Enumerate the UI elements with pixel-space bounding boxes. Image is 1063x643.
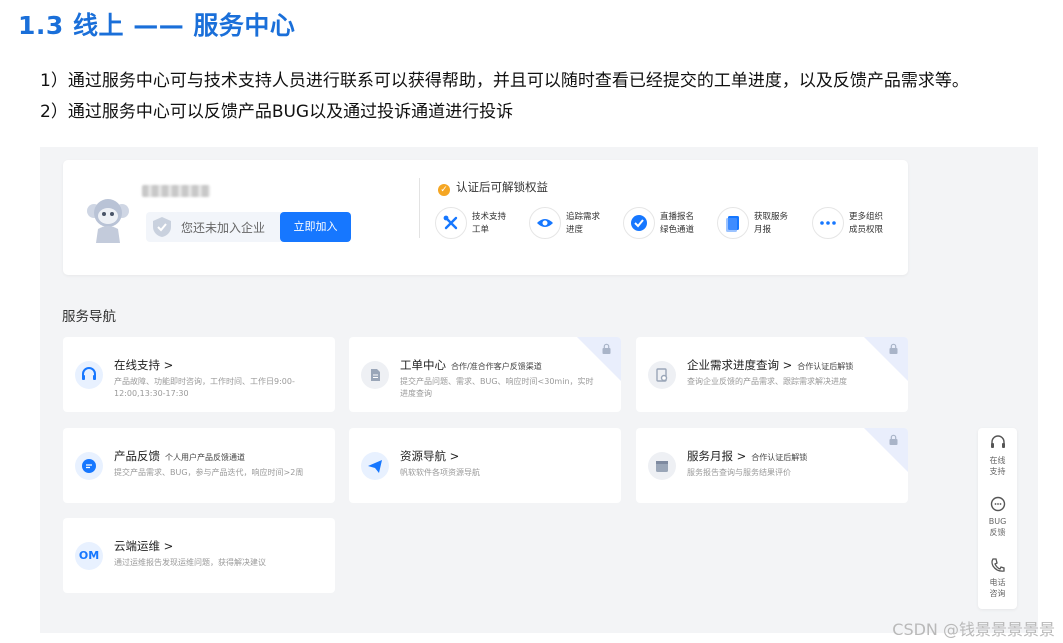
om-icon: OM bbox=[75, 542, 103, 570]
card-product-feedback[interactable]: 产品反馈 个人用户产品反馈通道 提交产品需求、BUG，参与产品迭代，响应时间>2周 bbox=[63, 428, 335, 503]
check-icon bbox=[623, 207, 655, 239]
card-ticket-center[interactable]: 工单中心 合作/准合作客户反馈渠道 提交产品问题、需求、BUG、响应时间<30mi… bbox=[349, 337, 621, 412]
report-icon bbox=[717, 207, 749, 239]
paper-plane-icon bbox=[361, 452, 389, 480]
card-demand-progress[interactable]: 企业需求进度查询 > 合作认证后解锁 查询企业反馈的产品需求、跟踪需求解决进度 bbox=[636, 337, 908, 412]
headset-icon bbox=[990, 435, 1005, 448]
tools-icon bbox=[435, 207, 467, 239]
search-doc-icon bbox=[648, 361, 676, 389]
enterprise-status: 您还未加入企业 立即加入 bbox=[146, 212, 351, 242]
avatar bbox=[87, 199, 129, 243]
divider bbox=[419, 178, 420, 238]
more-icon bbox=[812, 207, 844, 239]
floating-contact-bar: 在线 支持 BUG 反馈 电话 咨询 bbox=[978, 428, 1017, 609]
page-heading: 1.3 线上 —— 服务中心 bbox=[18, 11, 296, 40]
description-list: 1）通过服务中心可与技术支持人员进行联系可以获得帮助，并且可以随时查看已经提交的… bbox=[40, 66, 969, 128]
lock-icon bbox=[889, 434, 898, 445]
float-bug-feedback[interactable]: BUG 反馈 bbox=[978, 495, 1017, 538]
card-monthly-report[interactable]: 服务月报 > 合作认证后解锁 服务报告查询与服务结果评价 bbox=[636, 428, 908, 503]
blurred-username bbox=[142, 185, 210, 197]
card-resource-nav[interactable]: 资源导航 > 帆软软件各项资源导航 bbox=[349, 428, 621, 503]
service-center-screenshot: 您还未加入企业 立即加入 ✓ 认证后可解锁权益 技术支持 工单 追踪需求 进度 直播报… bbox=[40, 147, 1038, 633]
description-item: 1）通过服务中心可与技术支持人员进行联系可以获得帮助，并且可以随时查看已经提交的… bbox=[40, 71, 969, 91]
calendar-icon bbox=[648, 452, 676, 480]
join-enterprise-button[interactable]: 立即加入 bbox=[280, 212, 351, 242]
benefits-title: ✓ 认证后可解锁权益 bbox=[438, 179, 548, 196]
float-online-support[interactable]: 在线 支持 bbox=[978, 434, 1017, 477]
verified-check-icon: ✓ bbox=[438, 184, 450, 196]
watermark: CSDN @钱景景景景景 bbox=[892, 620, 1055, 639]
chat-icon bbox=[75, 452, 103, 480]
document-icon bbox=[361, 361, 389, 389]
profile-card: 您还未加入企业 立即加入 ✓ 认证后可解锁权益 技术支持 工单 追踪需求 进度 直播报… bbox=[63, 160, 908, 275]
lock-icon bbox=[602, 343, 611, 354]
chat-bubble-icon bbox=[990, 496, 1005, 512]
float-phone-consult[interactable]: 电话 咨询 bbox=[978, 556, 1017, 599]
service-nav-title: 服务导航 bbox=[62, 309, 116, 325]
lock-icon bbox=[889, 343, 898, 354]
phone-icon bbox=[990, 558, 1005, 572]
card-cloud-ops[interactable]: OM 云端运维 > 通过运维报告发现运维问题，获得解决建议 bbox=[63, 518, 335, 593]
eye-icon bbox=[529, 207, 561, 239]
headset-icon bbox=[75, 361, 103, 389]
description-item: 2）通过服务中心可以反馈产品BUG以及通过投诉通道进行投诉 bbox=[40, 102, 514, 122]
card-online-support[interactable]: 在线支持 > 产品故障、功能即时咨询，工作时间、工作日9:00-12:00,13… bbox=[63, 337, 335, 412]
enterprise-status-text: 您还未加入企业 bbox=[181, 221, 266, 235]
shield-icon bbox=[153, 217, 171, 237]
